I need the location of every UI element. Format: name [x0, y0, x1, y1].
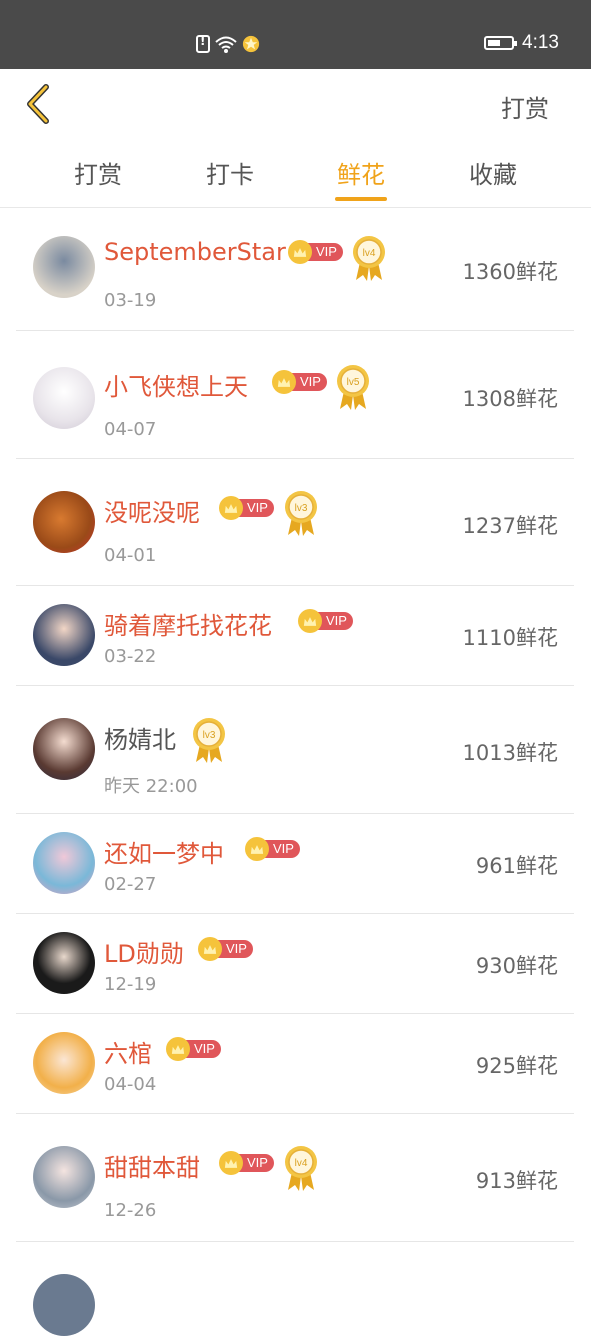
- tab-favorites[interactable]: 收藏: [458, 155, 528, 190]
- vip-badge: VIP: [166, 1037, 221, 1061]
- level-medal-icon: lv4: [282, 1144, 320, 1192]
- date: 03-22: [104, 646, 157, 667]
- level-medal-icon: lv5: [334, 363, 372, 411]
- list-item[interactable]: 还如一梦中 VIP 02-27 961鲜花: [16, 814, 574, 914]
- list-item[interactable]: SeptemberStar VIP lv4 03-19 1360鲜花: [16, 208, 574, 331]
- flower-amount: 1360鲜花: [462, 260, 558, 284]
- avatar: [33, 1146, 95, 1208]
- level-medal-icon: lv3: [282, 489, 320, 537]
- tab-reward[interactable]: 打赏: [63, 155, 133, 190]
- crown-icon: [298, 609, 322, 633]
- crown-icon: [288, 240, 312, 264]
- flower-amount: 1013鲜花: [462, 741, 558, 765]
- list-item[interactable]: 六棺 VIP 04-04 925鲜花: [16, 1014, 574, 1114]
- crown-icon: [219, 496, 243, 520]
- tab-checkin[interactable]: 打卡: [195, 155, 265, 190]
- date: 12-19: [104, 974, 157, 995]
- flower-amount: 1237鲜花: [462, 514, 558, 538]
- avatar: [33, 367, 95, 429]
- user-name: 小飞侠想上天: [104, 373, 248, 401]
- avatar: [33, 236, 95, 298]
- list-item[interactable]: LD勋勋 VIP 12-19 930鲜花: [16, 914, 574, 1014]
- vip-badge: VIP: [219, 496, 274, 520]
- back-button[interactable]: [20, 81, 60, 127]
- level-medal-icon: lv4: [350, 234, 388, 282]
- list-item[interactable]: 没呢没呢 VIP lv3 04-01 1237鲜花: [16, 459, 574, 586]
- vip-badge: VIP: [288, 240, 343, 264]
- list-item[interactable]: [16, 1242, 574, 1336]
- header: 打赏: [0, 69, 591, 139]
- wifi-icon: [214, 34, 238, 54]
- date: 03-19: [104, 290, 157, 311]
- date: 02-27: [104, 874, 157, 895]
- flower-amount: 961鲜花: [475, 854, 558, 878]
- date: 04-07: [104, 419, 157, 440]
- svg-text:lv4: lv4: [295, 1158, 308, 1169]
- user-name: 还如一梦中: [104, 840, 224, 868]
- avatar: [33, 1032, 95, 1094]
- crown-icon: [166, 1037, 190, 1061]
- vip-badge: VIP: [245, 837, 300, 861]
- flower-amount: 1308鲜花: [462, 387, 558, 411]
- star-icon: [242, 35, 260, 53]
- list-item[interactable]: 甜甜本甜 VIP lv4 12-26 913鲜花: [16, 1114, 574, 1242]
- svg-text:lv5: lv5: [347, 377, 360, 388]
- status-bar: 4:13: [0, 0, 591, 69]
- avatar: [33, 604, 95, 666]
- avatar: [33, 832, 95, 894]
- vip-badge: VIP: [298, 609, 353, 633]
- tab-bar: 打赏 打卡 鲜花 收藏: [0, 139, 591, 208]
- user-name: SeptemberStar: [104, 238, 286, 266]
- svg-text:lv4: lv4: [363, 248, 376, 259]
- avatar: [33, 1274, 95, 1336]
- user-name: 骑着摩托找花花: [104, 612, 272, 640]
- svg-text:lv3: lv3: [203, 730, 216, 741]
- list-item[interactable]: 骑着摩托找花花 VIP 03-22 1110鲜花: [16, 586, 574, 686]
- status-time: 4:13: [522, 32, 559, 53]
- svg-text:lv3: lv3: [295, 503, 308, 514]
- flower-amount: 930鲜花: [475, 954, 558, 978]
- date: 04-01: [104, 545, 157, 566]
- flower-amount: 913鲜花: [475, 1169, 558, 1193]
- avatar: [33, 491, 95, 553]
- chevron-left-icon: [27, 84, 49, 124]
- date: 昨天 22:00: [104, 776, 198, 797]
- user-name: 甜甜本甜: [104, 1154, 200, 1182]
- vip-badge: VIP: [198, 937, 253, 961]
- tab-flowers[interactable]: 鲜花: [326, 155, 396, 190]
- alert-icon: [196, 34, 210, 53]
- level-medal-icon: lv3: [190, 716, 228, 764]
- header-title-right[interactable]: 打赏: [501, 89, 549, 124]
- flower-amount: 1110鲜花: [462, 626, 558, 650]
- avatar: [33, 718, 95, 780]
- vip-badge: VIP: [272, 370, 327, 394]
- list-item[interactable]: 小飞侠想上天 VIP lv5 04-07 1308鲜花: [16, 331, 574, 459]
- list-item[interactable]: 杨婧北 lv3 昨天 22:00 1013鲜花: [16, 686, 574, 814]
- date: 04-04: [104, 1074, 157, 1095]
- user-name: 没呢没呢: [104, 499, 200, 527]
- user-name: 杨婧北: [104, 726, 176, 754]
- battery-icon: [484, 36, 518, 50]
- user-name: 六棺: [104, 1040, 152, 1068]
- date: 12-26: [104, 1200, 157, 1221]
- vip-badge: VIP: [219, 1151, 274, 1175]
- flower-amount: 925鲜花: [475, 1054, 558, 1078]
- tab-active-indicator: [335, 197, 387, 201]
- crown-icon: [219, 1151, 243, 1175]
- avatar: [33, 932, 95, 994]
- user-name: LD勋勋: [104, 940, 184, 968]
- crown-icon: [272, 370, 296, 394]
- crown-icon: [198, 937, 222, 961]
- status-icons: [196, 32, 260, 56]
- crown-icon: [245, 837, 269, 861]
- status-right: 4:13: [484, 32, 559, 54]
